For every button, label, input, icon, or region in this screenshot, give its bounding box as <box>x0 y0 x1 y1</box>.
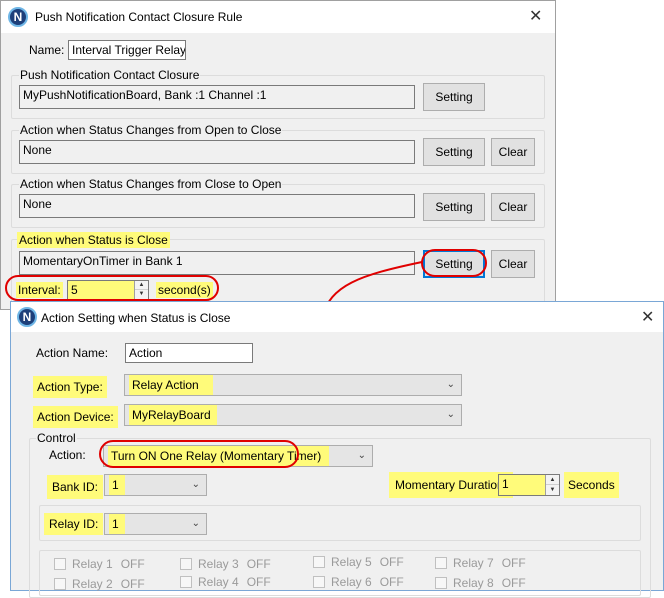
dialog-title-bar: N Action Setting when Status is Close ✕ <box>11 302 663 332</box>
momentary-duration-spinner[interactable]: ▲ ▼ <box>545 475 559 495</box>
bank-id-label: Bank ID: <box>47 475 104 499</box>
checkbox-icon <box>313 556 325 568</box>
relay-6-checkbox[interactable]: Relay 6 OFF <box>313 575 404 589</box>
relay-5-checkbox[interactable]: Relay 5 OFF <box>313 555 404 569</box>
action-device-select[interactable]: MyRelayBoard ⌄ <box>124 404 462 426</box>
relay-state: OFF <box>120 577 145 591</box>
checkbox-icon <box>435 557 447 569</box>
relay-1-checkbox[interactable]: Relay 1 OFF <box>54 557 145 571</box>
relay-name: Relay 5 <box>331 555 372 569</box>
chevron-down-icon: ⌄ <box>357 450 366 461</box>
action-type-label: Action Type: <box>33 376 107 398</box>
action-device-value: MyRelayBoard <box>129 405 217 425</box>
chevron-down-icon: ⌄ <box>446 379 455 390</box>
relay-4-checkbox[interactable]: Relay 4 OFF <box>180 575 271 589</box>
bank-id-value: 1 <box>109 475 125 495</box>
relay-3-checkbox[interactable]: Relay 3 OFF <box>180 557 271 571</box>
momentary-duration-unit: Seconds <box>564 472 619 498</box>
bank-id-select[interactable]: 1 ⌄ <box>104 474 207 496</box>
relay-state: OFF <box>379 555 404 569</box>
action-label: Action: <box>49 448 86 462</box>
chevron-down-icon: ⌄ <box>191 479 200 490</box>
relay-state: OFF <box>246 575 271 589</box>
chevron-down-icon: ⌄ <box>191 518 200 529</box>
relay-state: OFF <box>379 575 404 589</box>
dialog-logo-icon: N <box>17 307 37 327</box>
action-device-label: Action Device: <box>33 406 118 428</box>
relay-2-checkbox[interactable]: Relay 2 OFF <box>54 577 145 591</box>
action-setting-dialog: N Action Setting when Status is Close ✕ … <box>10 301 664 598</box>
chevron-down-icon: ⌄ <box>446 409 455 420</box>
relay-state: OFF <box>501 556 526 570</box>
spin-down-icon[interactable]: ▼ <box>546 485 559 495</box>
momentary-duration-value: 1 <box>502 477 509 491</box>
action-type-select[interactable]: Relay Action ⌄ <box>124 374 462 396</box>
relay-id-select[interactable]: 1 ⌄ <box>104 513 207 535</box>
relay-name: Relay 7 <box>453 556 494 570</box>
relay-name: Relay 1 <box>72 557 113 571</box>
relay-state: OFF <box>501 576 526 590</box>
checkbox-icon <box>313 576 325 588</box>
checkbox-icon <box>180 558 192 570</box>
momentary-duration-label: Momentary Duration: <box>389 472 514 498</box>
relay-name: Relay 2 <box>72 577 113 591</box>
relay-state: OFF <box>120 557 145 571</box>
checkbox-icon <box>54 558 66 570</box>
checkbox-icon <box>180 576 192 588</box>
relay-id-value: 1 <box>109 514 125 534</box>
action-select[interactable]: Turn ON One Relay (Momentary Timer) ⌄ <box>103 445 373 467</box>
action-value: Turn ON One Relay (Momentary Timer) <box>108 446 330 466</box>
relay-name: Relay 8 <box>453 576 494 590</box>
relay-id-label: Relay ID: <box>44 513 104 535</box>
spin-up-icon[interactable]: ▲ <box>546 475 559 485</box>
relay-name: Relay 4 <box>198 575 239 589</box>
relay-7-checkbox[interactable]: Relay 7 OFF <box>435 556 526 570</box>
checkbox-icon <box>435 577 447 589</box>
action-type-value: Relay Action <box>129 375 213 395</box>
dialog-close-icon[interactable]: ✕ <box>641 310 654 326</box>
control-label: Control <box>36 431 77 445</box>
relay-name: Relay 6 <box>331 575 372 589</box>
action-name-field[interactable]: Action <box>125 343 253 363</box>
relay-name: Relay 3 <box>198 557 239 571</box>
relay-state: OFF <box>246 557 271 571</box>
dialog-title: Action Setting when Status is Close <box>41 311 231 325</box>
relay-8-checkbox[interactable]: Relay 8 OFF <box>435 576 526 590</box>
action-name-label: Action Name: <box>36 346 109 360</box>
checkbox-icon <box>54 578 66 590</box>
